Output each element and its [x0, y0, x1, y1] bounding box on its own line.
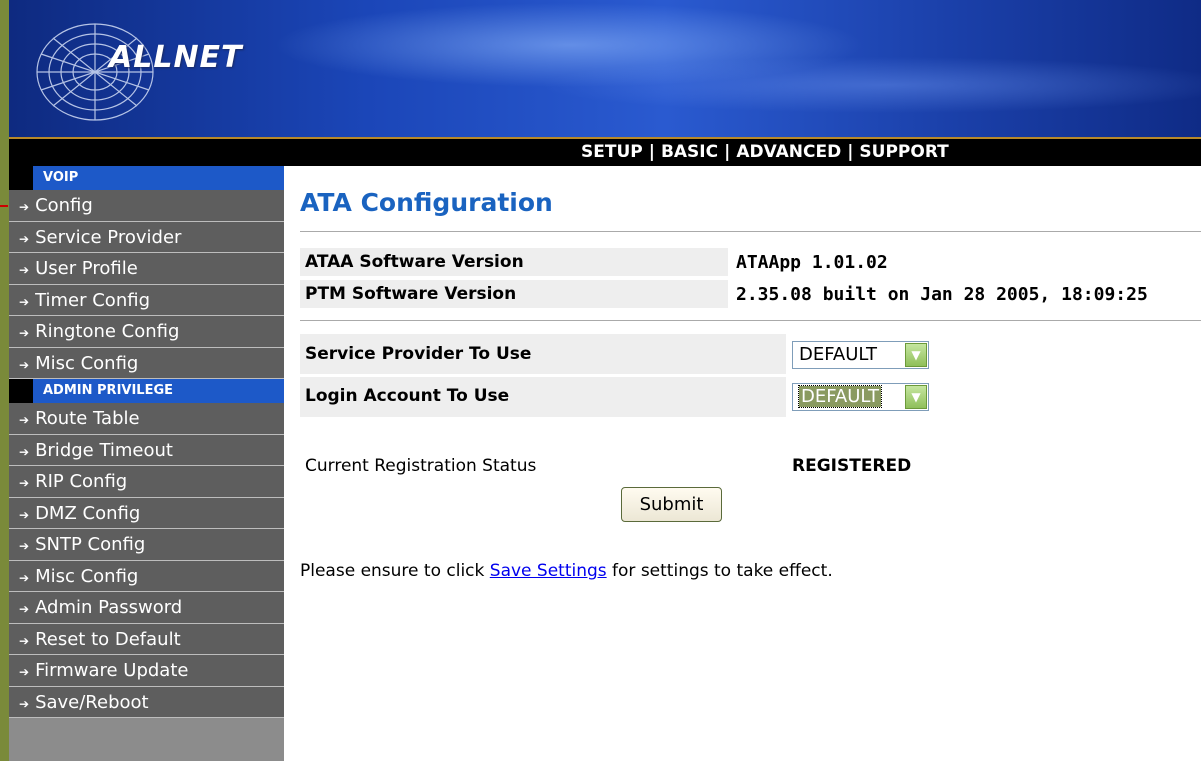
arrow-right-icon: ➔: [19, 200, 30, 214]
sidebar-item-dmz-config[interactable]: ➔ DMZ Config: [9, 497, 284, 529]
chevron-down-icon[interactable]: ▼: [905, 385, 927, 409]
login-account-label: Login Account To Use: [305, 386, 510, 406]
arrow-right-icon: ➔: [19, 357, 30, 372]
ataa-version-label: ATAA Software Version: [305, 252, 524, 272]
sidebar-item-config[interactable]: ➔ Config: [9, 190, 284, 222]
sidebar-item-reset-default[interactable]: ➔ Reset to Default: [9, 623, 284, 655]
arrow-right-icon: ➔: [19, 476, 30, 490]
top-nav-links: SETUP | BASIC | ADVANCED | SUPPORT: [581, 142, 949, 162]
arrow-right-icon: ➔: [19, 263, 30, 277]
sidebar-item-rip-config[interactable]: ➔ RIP Config: [9, 466, 284, 498]
sidebar-item-bridge-timeout[interactable]: ➔ Bridge Timeout: [9, 434, 284, 466]
sidebar-item-route-table[interactable]: ➔ Route Table: [9, 403, 284, 435]
nav-advanced[interactable]: ADVANCED: [736, 142, 841, 162]
nav-support[interactable]: SUPPORT: [859, 142, 948, 162]
ataa-version-value: ATAApp 1.01.02: [736, 252, 888, 273]
service-provider-label: Service Provider To Use: [305, 344, 532, 364]
sidebar-item-sntp-config[interactable]: ➔ SNTP Config: [9, 529, 284, 561]
ptm-version-label: PTM Software Version: [305, 284, 517, 304]
header-banner: ALLNET: [9, 0, 1201, 139]
sidebar-item-admin-misc-config[interactable]: ➔ Misc Config: [9, 560, 284, 592]
arrow-right-icon: ➔: [19, 507, 30, 522]
arrow-right-icon: ➔: [19, 665, 30, 679]
arrow-right-icon: ➔: [19, 326, 30, 340]
selection-marker: [0, 205, 8, 207]
divider: [300, 231, 1201, 232]
arrow-right-icon: ➔: [19, 602, 30, 616]
arrow-right-icon: ➔: [19, 696, 30, 711]
arrow-right-icon: ➔: [19, 570, 30, 585]
sidebar: VOIP ➔ Config ➔ Service Provider ➔ User Pro…: [9, 166, 284, 761]
arrow-right-icon: ➔: [19, 231, 30, 246]
arrow-right-icon: ➔: [19, 413, 30, 427]
sidebar-item-admin-password[interactable]: ➔ Admin Password: [9, 592, 284, 624]
top-navigation: SETUP | BASIC | ADVANCED | SUPPORT: [9, 139, 1201, 166]
sidebar-item-user-profile[interactable]: ➔ User Profile: [9, 253, 284, 285]
sidebar-item-timer-config[interactable]: ➔ Timer Config: [9, 284, 284, 316]
login-account-select[interactable]: DEFAULT ▼: [792, 383, 929, 411]
left-border: [0, 0, 9, 761]
arrow-right-icon: ➔: [19, 294, 30, 309]
arrow-right-icon: ➔: [19, 444, 30, 459]
divider: [300, 320, 1201, 321]
registration-status-label: Current Registration Status: [305, 456, 537, 476]
login-account-value: DEFAULT: [798, 385, 882, 408]
registration-status-value: REGISTERED: [792, 456, 912, 476]
page-title: ATA Configuration: [300, 188, 553, 217]
service-provider-select[interactable]: DEFAULT ▼: [792, 341, 929, 369]
nav-setup[interactable]: SETUP: [581, 142, 643, 162]
arrow-right-icon: ➔: [19, 539, 30, 553]
sidebar-item-firmware-update[interactable]: ➔ Firmware Update: [9, 655, 284, 687]
sidebar-item-misc-config[interactable]: ➔ Misc Config: [9, 347, 284, 379]
ptm-version-value: 2.35.08 built on Jan 28 2005, 18:09:25: [736, 284, 1148, 305]
service-provider-value: DEFAULT: [799, 344, 877, 365]
sidebar-item-ringtone-config[interactable]: ➔ Ringtone Config: [9, 316, 284, 348]
nav-separator: |: [648, 142, 655, 162]
submit-button[interactable]: Submit: [621, 487, 722, 522]
save-settings-note: Please ensure to click Save Settings for…: [300, 561, 833, 581]
sidebar-item-service-provider[interactable]: ➔ Service Provider: [9, 221, 284, 253]
sidebar-header-admin: ADMIN PRIVILEGE: [9, 379, 284, 403]
nav-separator: |: [847, 142, 854, 162]
chevron-down-icon[interactable]: ▼: [905, 343, 927, 367]
save-settings-link[interactable]: Save Settings: [490, 561, 607, 581]
nav-basic[interactable]: BASIC: [661, 142, 718, 162]
arrow-right-icon: ➔: [19, 633, 30, 648]
brand-logo-text: ALLNET: [109, 40, 243, 75]
sidebar-header-voip: VOIP: [9, 166, 284, 190]
nav-separator: |: [724, 142, 731, 162]
main-content: ATA Configuration ATAA Software Version …: [300, 166, 1201, 761]
sidebar-item-save-reboot[interactable]: ➔ Save/Reboot: [9, 686, 284, 718]
